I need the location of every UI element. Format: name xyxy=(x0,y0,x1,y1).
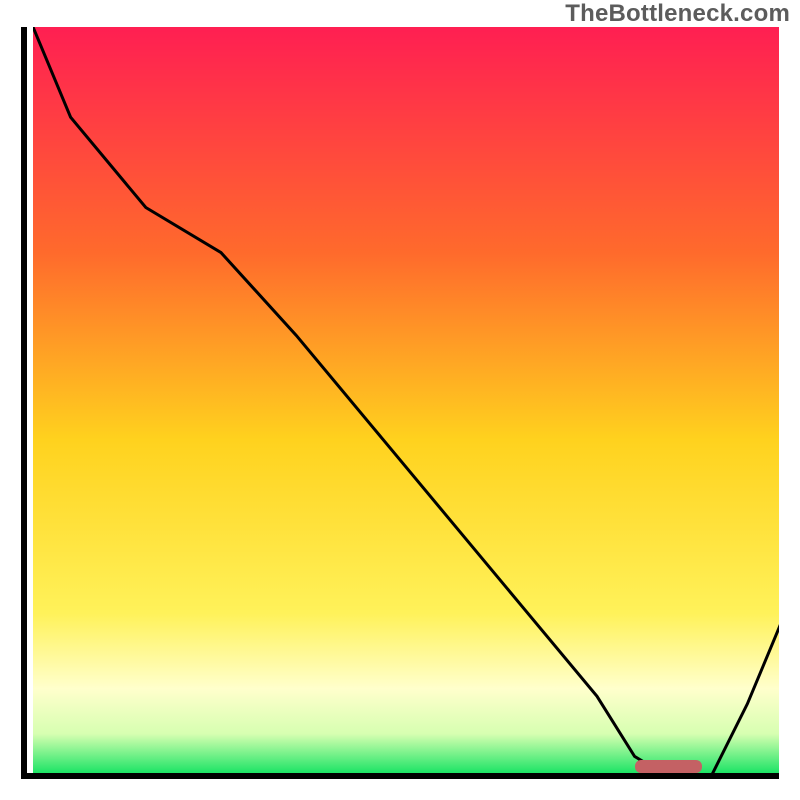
optimal-range-marker xyxy=(635,760,703,773)
bottleneck-curve xyxy=(33,27,779,779)
plot-axes xyxy=(21,27,779,779)
chart-frame: TheBottleneck.com xyxy=(0,0,800,800)
watermark-text: TheBottleneck.com xyxy=(565,0,790,28)
plot-area xyxy=(33,27,779,773)
